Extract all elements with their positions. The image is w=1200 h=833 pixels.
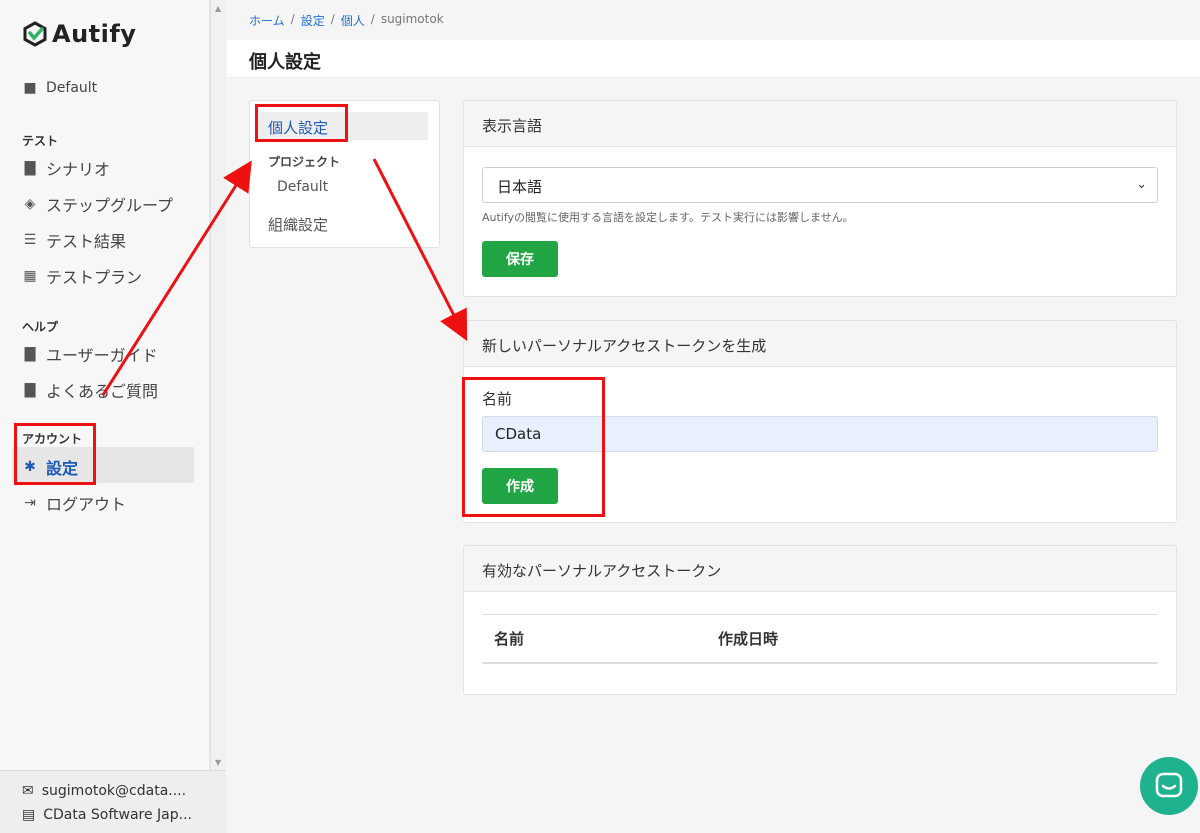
- building-icon: ▤: [22, 807, 36, 823]
- subnav-item-org[interactable]: 組織設定: [268, 214, 328, 235]
- user-email-text: sugimotok@cdata....: [41, 783, 187, 799]
- book-icon: ▇: [24, 346, 36, 362]
- sidebar-project-default[interactable]: ■ Default: [22, 80, 97, 96]
- annotation-box-token-form: [462, 377, 605, 517]
- breadcrumb: ホーム / 設定 / 個人 / sugimotok: [249, 12, 444, 29]
- sidebar-item-test-results[interactable]: ☰ テスト結果: [22, 228, 126, 252]
- sidebar-item-label: よくあるご質問: [46, 382, 159, 401]
- column-header-created-at: 作成日時: [706, 614, 1158, 664]
- sidebar-item-faq[interactable]: ▇ よくあるご質問: [22, 378, 158, 402]
- user-organization[interactable]: ▤ CData Software Jap...: [22, 807, 192, 823]
- sidebar-item-scenario[interactable]: ▇ シナリオ: [22, 156, 110, 180]
- autify-logo-icon: [23, 21, 47, 47]
- sidebar-item-label: シナリオ: [46, 160, 111, 179]
- chat-icon: [1155, 772, 1183, 798]
- page-title-bar: 個人設定: [227, 40, 1200, 78]
- list-check-icon: ☰: [23, 232, 37, 248]
- breadcrumb-separator: /: [290, 12, 295, 26]
- book-icon: ▇: [24, 160, 36, 176]
- sign-out-icon: ⇥: [24, 495, 36, 511]
- chat-launcher-button[interactable]: [1140, 757, 1198, 815]
- layers-icon: ◈: [24, 196, 36, 212]
- tokens-list-card-title: 有効なパーソナルアクセストークン: [464, 546, 1176, 592]
- breadcrumb-personal[interactable]: 個人: [341, 12, 365, 29]
- user-organization-text: CData Software Jap...: [43, 807, 192, 823]
- sidebar-item-user-guide[interactable]: ▇ ユーザーガイド: [22, 342, 158, 366]
- scroll-up-icon[interactable]: ▲: [215, 4, 221, 13]
- sidebar-item-logout[interactable]: ⇥ ログアウト: [22, 491, 126, 515]
- scroll-down-icon[interactable]: ▼: [215, 758, 221, 767]
- column-header-name: 名前: [482, 614, 706, 664]
- token-create-card-title: 新しいパーソナルアクセストークンを生成: [464, 321, 1176, 367]
- brand-name: Autify: [52, 20, 137, 48]
- sidebar-section-help: ヘルプ: [22, 320, 59, 334]
- annotation-box-personal: [255, 104, 348, 142]
- language-select[interactable]: 日本語 ⌄: [482, 167, 1158, 203]
- breadcrumb-settings[interactable]: 設定: [301, 12, 325, 29]
- calendar-icon: ▦: [23, 268, 37, 284]
- annotation-box-settings: [14, 423, 96, 485]
- breadcrumb-user: sugimotok: [380, 12, 444, 26]
- language-help-text: Autifyの閲覧に使用する言語を設定します。テスト実行には影響しません。: [482, 211, 854, 224]
- breadcrumb-home[interactable]: ホーム: [249, 12, 285, 29]
- sidebar-project-label: Default: [46, 80, 98, 96]
- sidebar-item-label: ログアウト: [46, 495, 127, 514]
- language-card: 表示言語 日本語 ⌄ Autifyの閲覧に使用する言語を設定します。テスト実行に…: [463, 100, 1177, 297]
- sidebar-scrollbar[interactable]: ▲ ▼: [210, 0, 226, 770]
- sidebar-item-label: テスト結果: [46, 232, 127, 251]
- subnav-item-project-default[interactable]: Default: [277, 179, 328, 195]
- envelope-icon: ✉: [22, 783, 34, 799]
- sidebar-item-step-group[interactable]: ◈ ステップグループ: [22, 192, 173, 216]
- sidebar-footer: ✉ sugimotok@cdata.... ▤ CData Software J…: [0, 770, 226, 833]
- breadcrumb-separator: /: [330, 12, 335, 26]
- sidebar-section-test: テスト: [22, 134, 59, 148]
- sidebar-item-label: ステップグループ: [46, 196, 174, 215]
- tokens-list-card: 有効なパーソナルアクセストークン 名前 作成日時: [463, 545, 1177, 695]
- page-title: 個人設定: [249, 52, 321, 73]
- brand-logo[interactable]: Autify: [22, 20, 136, 48]
- sidebar-item-test-plan[interactable]: ▦ テストプラン: [22, 264, 142, 288]
- sidebar-item-label: テストプラン: [46, 268, 143, 287]
- tokens-table: 名前 作成日時: [482, 614, 1158, 664]
- main-content: ホーム / 設定 / 個人 / sugimotok 個人設定 個人設定 プロジェ…: [227, 0, 1200, 833]
- language-select-value: 日本語: [497, 178, 543, 196]
- folder-icon: ■: [23, 80, 37, 96]
- save-button[interactable]: 保存: [482, 241, 558, 277]
- language-card-title: 表示言語: [464, 101, 1176, 147]
- sidebar-item-label: ユーザーガイド: [46, 346, 158, 365]
- breadcrumb-separator: /: [370, 12, 375, 26]
- subnav-heading-project: プロジェクト: [268, 155, 341, 169]
- chevron-down-icon: ⌄: [1136, 177, 1147, 192]
- book-icon: ▇: [24, 382, 36, 398]
- user-email[interactable]: ✉ sugimotok@cdata....: [22, 783, 186, 799]
- sidebar: Autify ■ Default テスト ▇ シナリオ ◈ ステップグループ ☰…: [0, 0, 210, 833]
